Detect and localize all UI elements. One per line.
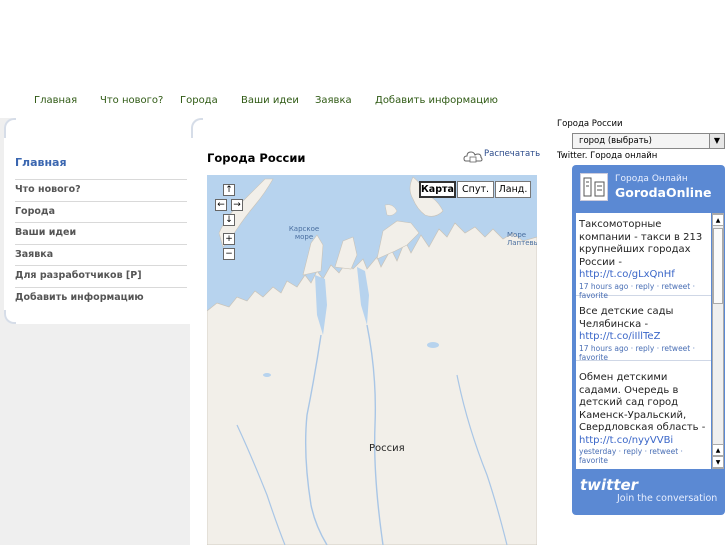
tweet-text: Обмен детскими садами. Очередь в детский…: [579, 372, 706, 433]
sidebar-item-cities[interactable]: Города: [15, 201, 187, 222]
print-label[interactable]: Распечатать: [484, 149, 540, 159]
tweet-link[interactable]: http://t.co/nyyVVBi: [579, 435, 708, 448]
page-title: Города России: [207, 151, 306, 165]
city-select-value: город (выбрать): [579, 136, 653, 146]
avatar[interactable]: [580, 173, 608, 201]
map-pan-right-button[interactable]: →: [231, 199, 243, 211]
map-zoom-in-button[interactable]: +: [223, 233, 235, 245]
list-item: Обмен детскими садами. Очередь в детский…: [576, 363, 711, 469]
sidebar-item-ideas[interactable]: Ваши идеи: [15, 222, 187, 243]
sidebar-item-whats-new[interactable]: Что нового?: [15, 179, 187, 200]
tweet-meta[interactable]: 17 hours ago · reply · retweet · favorit…: [579, 344, 708, 362]
map-pan-left-button[interactable]: ←: [215, 199, 227, 211]
box-corner-decoration: [4, 118, 16, 138]
tweet-text: Все детские сады Челябинска -: [579, 306, 674, 330]
map-type-satellite-button[interactable]: Спут.: [457, 181, 494, 198]
twitter-logo[interactable]: twitter: [580, 476, 638, 494]
tweet-link[interactable]: http://t.co/iIllTeZ: [579, 331, 708, 344]
map-pan-up-button[interactable]: ↑: [223, 184, 235, 196]
scroll-up-icon[interactable]: ▲: [713, 214, 723, 226]
nav-home[interactable]: Главная: [34, 95, 77, 106]
map-label-russia: Россия: [369, 443, 405, 454]
tweet-meta[interactable]: 17 hours ago · reply · retweet · favorit…: [579, 282, 708, 300]
nav-ideas[interactable]: Ваши идеи: [241, 95, 299, 106]
list-item: Таксомоторные компании - такси в 213 кру…: [576, 215, 711, 300]
nav-add-info[interactable]: Добавить информацию: [375, 95, 498, 106]
sidebar-item-add-info[interactable]: Добавить информацию: [15, 287, 187, 308]
map-type-map-button[interactable]: Карта: [419, 181, 456, 198]
nav-application[interactable]: Заявка: [315, 95, 352, 106]
twitter-widget-label: Twitter. Города онлайн: [557, 151, 658, 161]
box-corner-decoration: [191, 118, 203, 138]
twitter-logo-text: twitter: [580, 476, 639, 494]
box-corner-decoration: [4, 310, 16, 324]
map-type-terrain-button[interactable]: Ланд.: [495, 181, 531, 198]
sidebar-title[interactable]: Главная: [15, 156, 67, 169]
sidebar-item-application[interactable]: Заявка: [15, 244, 187, 265]
list-item: Все детские сады Челябинска - http://t.c…: [576, 298, 711, 362]
tweet-meta[interactable]: yesterday · reply · retweet · favorite: [579, 447, 708, 465]
nav-whats-new[interactable]: Что нового?: [100, 95, 163, 106]
left-sidebar: Главная Что нового? Города Ваши идеи Зая…: [0, 118, 190, 545]
twitter-widget-subtitle: Города Онлайн: [615, 174, 688, 184]
chevron-down-icon[interactable]: ▼: [709, 134, 724, 148]
scroll-down-icon[interactable]: ▼: [713, 456, 723, 468]
city-select-label: Города России: [557, 119, 623, 129]
join-conversation-link[interactable]: Join the conversation: [617, 493, 717, 504]
tweet-list: Таксомоторные компании - такси в 213 кру…: [576, 213, 711, 469]
twitter-widget: Города Онлайн GorodaOnline Таксомоторные…: [572, 165, 725, 515]
print-icon[interactable]: [463, 148, 483, 164]
sidebar-item-developers[interactable]: Для разработчиков [P]: [15, 265, 187, 286]
map-zoom-out-button[interactable]: −: [223, 248, 235, 260]
map-canvas[interactable]: [207, 175, 537, 545]
map[interactable]: ↑ ← → ↓ + − Карта Спут. Ланд. Карское мо…: [207, 175, 537, 545]
twitter-widget-name[interactable]: GorodaOnline: [615, 185, 711, 200]
map-pan-down-button[interactable]: ↓: [223, 214, 235, 226]
sidebar-menu-box: Главная Что нового? Города Ваши идеи Зая…: [4, 118, 190, 324]
top-navigation: Главная Что нового? Города Ваши идеи Зая…: [0, 95, 727, 109]
scroll-up-icon[interactable]: ▲: [713, 444, 723, 456]
city-select[interactable]: город (выбрать) ▼: [572, 133, 725, 149]
tweet-list-scrollbar[interactable]: ▲ ▲ ▼: [712, 213, 724, 469]
tweet-text: Таксомоторные компании - такси в 213 кру…: [579, 219, 703, 268]
twitter-widget-header: Города Онлайн GorodaOnline: [578, 173, 718, 205]
nav-cities[interactable]: Города: [180, 95, 218, 106]
scrollbar-thumb[interactable]: [713, 228, 723, 304]
map-label-laptev-sea: Море Лаптевых: [507, 231, 537, 247]
map-label-kara-sea: Карское море: [288, 225, 320, 241]
tweet-link[interactable]: http://t.co/gLxQnHf: [579, 269, 708, 282]
